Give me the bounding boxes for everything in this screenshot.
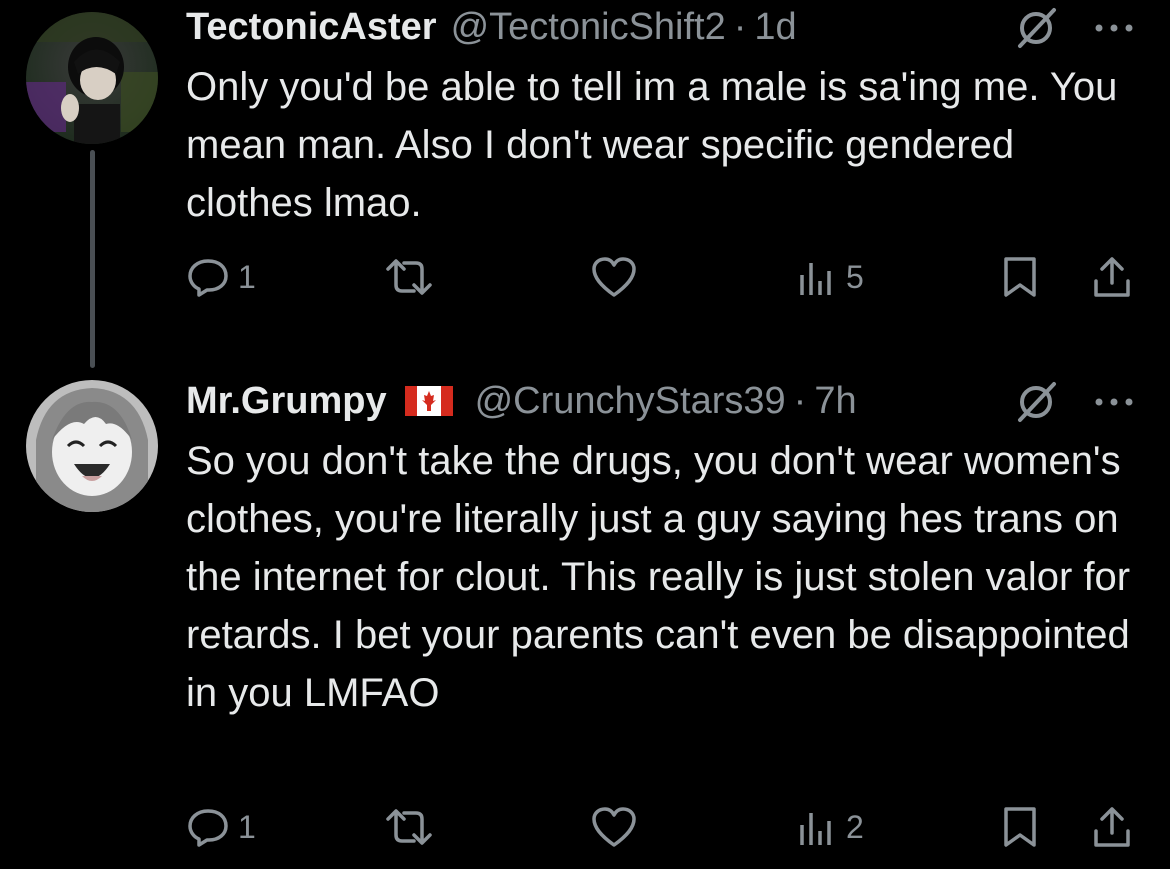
retweet-button[interactable] — [382, 252, 436, 302]
like-button[interactable] — [590, 252, 638, 302]
grok-icon[interactable] — [1014, 6, 1058, 50]
reply-count: 1 — [238, 258, 256, 295]
share-icon — [1094, 807, 1130, 847]
more-icon[interactable] — [1090, 392, 1138, 412]
retweet-icon — [386, 259, 432, 295]
share-button[interactable] — [1090, 802, 1134, 852]
grok-icon[interactable] — [1014, 380, 1058, 424]
display-name[interactable]: Mr.Grumpy — [186, 380, 387, 423]
views-icon — [800, 813, 831, 845]
views-count: 5 — [846, 258, 864, 295]
avatar[interactable] — [26, 380, 158, 512]
retweet-icon — [386, 809, 432, 845]
views-count: 2 — [846, 808, 864, 845]
tweet-actions: 1 5 — [186, 252, 1146, 302]
bookmark-icon — [1004, 257, 1036, 297]
more-icon[interactable] — [1090, 18, 1138, 38]
tweet-actions: 1 2 — [186, 802, 1146, 852]
tweet-text: Only you'd be able to tell im a male is … — [186, 65, 1118, 225]
profile-avatar-anime-girl-icon — [26, 380, 158, 512]
bookmark-icon — [1004, 807, 1036, 847]
tweet-header: Mr.Grumpy @CrunchyStars39 · 7h — [186, 376, 857, 426]
share-button[interactable] — [1090, 252, 1134, 302]
user-handle[interactable]: @CrunchyStars39 — [475, 380, 786, 423]
views-icon — [800, 263, 831, 295]
avatar[interactable] — [26, 12, 158, 144]
tweet-header: TectonicAster @TectonicShift2 · 1d — [186, 2, 797, 52]
profile-avatar-dark-haired-character-icon — [26, 12, 158, 144]
views-button[interactable]: 2 — [794, 802, 864, 852]
like-icon — [592, 257, 636, 297]
share-icon — [1094, 257, 1130, 297]
bookmark-button[interactable] — [998, 802, 1042, 852]
reply-icon — [188, 259, 228, 297]
reply-button[interactable]: 1 — [186, 802, 256, 852]
tweet-text: So you don't take the drugs, you don't w… — [186, 439, 1131, 715]
tweet-1[interactable]: TectonicAster @TectonicShift2 · 1d Only … — [0, 0, 1170, 340]
separator-dot: · — [793, 379, 807, 422]
user-handle[interactable]: @TectonicShift2 — [451, 6, 726, 49]
retweet-button[interactable] — [382, 802, 436, 852]
separator-dot: · — [733, 5, 747, 48]
timestamp[interactable]: 1d — [754, 6, 796, 49]
reply-count: 1 — [238, 808, 256, 845]
like-icon — [592, 807, 636, 847]
like-button[interactable] — [590, 802, 638, 852]
views-button[interactable]: 5 — [794, 252, 864, 302]
reply-button[interactable]: 1 — [186, 252, 256, 302]
reply-icon — [188, 809, 228, 847]
tweet-2[interactable]: Mr.Grumpy @CrunchyStars39 · 7h So you do… — [0, 370, 1170, 869]
timestamp[interactable]: 7h — [814, 380, 856, 423]
bookmark-button[interactable] — [998, 252, 1042, 302]
canada-flag-icon — [404, 386, 453, 416]
display-name[interactable]: TectonicAster — [186, 6, 437, 49]
